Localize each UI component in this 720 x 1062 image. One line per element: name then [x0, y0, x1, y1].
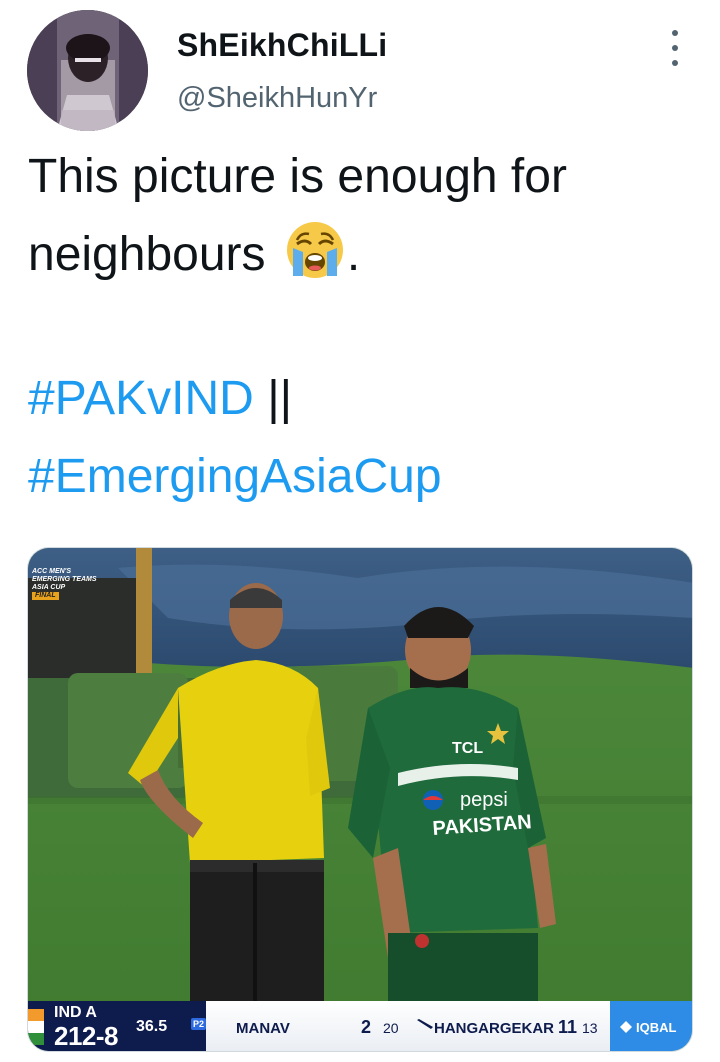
tweet-end-period: . — [346, 228, 361, 281]
bat-icon — [417, 1019, 433, 1029]
ball-icon — [620, 1021, 632, 1033]
batter-2-runs: 11 — [558, 1017, 578, 1037]
hashtag-separator: || — [267, 372, 293, 425]
tweet-card: ShEikhChiLLi @SheikhHunYr This picture i… — [0, 0, 720, 1062]
scoreboard-team-panel: IND A 212-8 36.5 P2 — [28, 1001, 207, 1051]
overs: 36.5 — [136, 1018, 168, 1035]
badge-stage: FINAL — [32, 592, 59, 600]
tweet-text: This picture is enough for neighbours . — [28, 138, 698, 294]
scoreboard-bar: IND A 212-8 36.5 P2 MANAV 2 20 HANGARGEK… — [28, 1001, 692, 1051]
badge-line-3: ASIA CUP — [32, 584, 66, 591]
batter-2-name: HANGARGEKAR — [434, 1020, 554, 1037]
cricket-match-photo — [28, 548, 692, 1051]
display-name[interactable]: ShEikhChiLLi — [177, 27, 387, 64]
india-flag-icon — [28, 1009, 44, 1045]
batter-2-balls: 13 — [582, 1020, 598, 1036]
avatar[interactable] — [27, 10, 148, 131]
batter-1-name: MANAV — [236, 1020, 290, 1037]
competition-badge: ACC MEN'S EMERGING TEAMS ASIA CUP FINAL — [32, 568, 102, 600]
hashtag-pakvind[interactable]: #PAKvIND — [28, 372, 254, 425]
tweet-media-photo[interactable]: ACC MEN'S EMERGING TEAMS ASIA CUP FINAL … — [27, 547, 693, 1052]
hashtags: #PAKvIND || #EmergingAsiaCup — [28, 360, 698, 516]
badge-line-1: ACC MEN'S — [32, 568, 71, 575]
batter-1-balls: 20 — [383, 1020, 399, 1036]
bowler-name: IQBAL — [636, 1019, 677, 1035]
loudly-crying-face-icon — [286, 222, 343, 278]
badge-line-2: EMERGING TEAMS — [32, 576, 97, 583]
more-options-icon[interactable] — [664, 30, 686, 66]
team-name: IND A — [54, 1004, 97, 1021]
powerplay-badge: P2 — [191, 1018, 207, 1030]
team-score: 212-8 — [54, 1021, 119, 1051]
scoreboard-bowler-panel: IQBAL — [610, 1001, 692, 1051]
batter-1-runs: 2 — [361, 1017, 372, 1037]
avatar-image — [27, 10, 148, 131]
scoreboard-batters-panel: MANAV 2 20 HANGARGEKAR 11 13 — [206, 1001, 610, 1051]
hashtag-emergingasiacup[interactable]: #EmergingAsiaCup — [28, 450, 442, 503]
user-handle[interactable]: @SheikhHunYr — [177, 82, 377, 115]
